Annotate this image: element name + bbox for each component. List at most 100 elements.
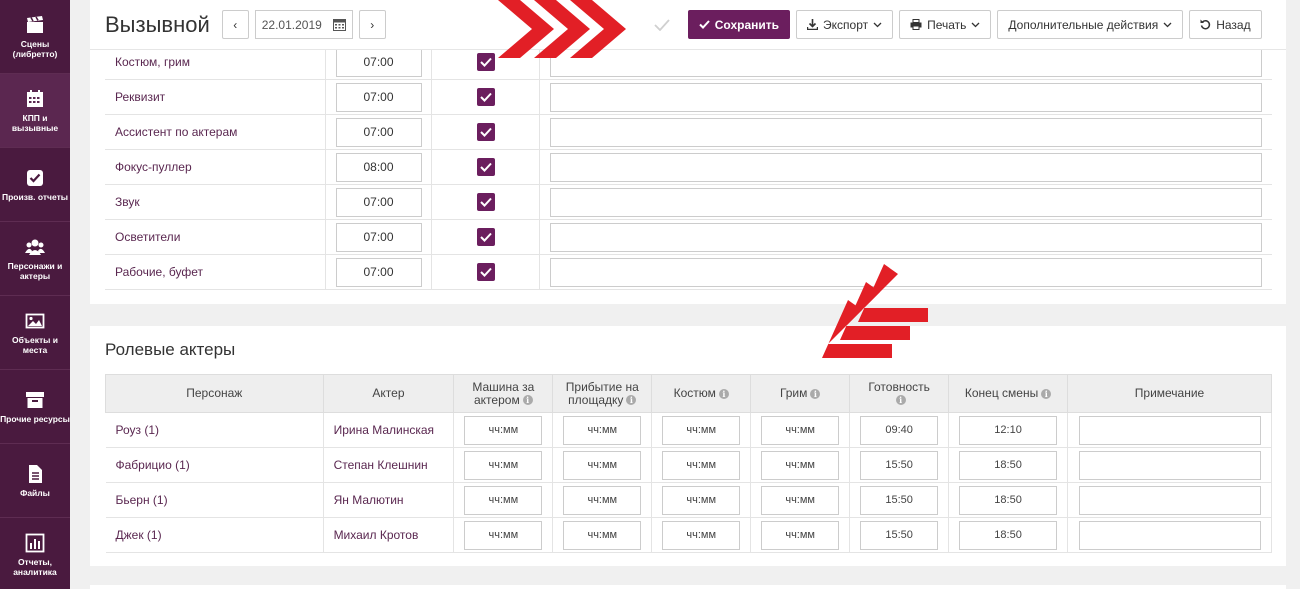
sidebar: Сцены (либретто) КПП и вызывные Произв. … [0, 0, 70, 589]
crew-time-input[interactable] [335, 187, 422, 217]
actor-name[interactable]: Степан Клешнин [323, 447, 455, 483]
crew-checkbox[interactable] [476, 88, 495, 106]
crew-time-input[interactable] [335, 257, 422, 287]
character-name[interactable]: Бьерн (1) [105, 482, 324, 518]
ready-time-input[interactable]: 15:50 [860, 485, 939, 515]
sidebar-item-characters[interactable]: Персонажи и актеры [0, 222, 70, 296]
crew-note-input[interactable] [550, 82, 1262, 112]
sidebar-item-files[interactable]: Файлы [0, 444, 70, 518]
print-button[interactable]: Печать [899, 10, 992, 39]
table-row: Осветители [105, 220, 1272, 255]
info-icon[interactable]: i [718, 388, 729, 399]
arrival-time-input[interactable]: чч:мм [563, 415, 642, 445]
info-icon[interactable]: i [895, 395, 906, 406]
crew-checkbox[interactable] [476, 228, 495, 246]
info-icon[interactable]: i [1041, 388, 1052, 399]
sidebar-item-callsheets[interactable]: КПП и вызывные [0, 74, 70, 148]
column-header: Персонаж [105, 374, 324, 413]
note-input[interactable] [1078, 415, 1261, 445]
table-row: Костюм, грим [105, 45, 1272, 80]
next-date-button[interactable]: › [358, 10, 386, 39]
crew-checkbox[interactable] [476, 53, 495, 71]
download-icon [807, 19, 819, 30]
crew-time-input[interactable] [335, 117, 422, 147]
end-time-input[interactable]: 12:10 [959, 415, 1058, 445]
actor-name[interactable]: Михаил Кротов [323, 517, 455, 553]
makeup-time-input[interactable]: чч:мм [761, 415, 840, 445]
sidebar-item-analytics[interactable]: Отчеты, аналитика [0, 518, 70, 589]
chevron-down-icon [971, 22, 980, 27]
actor-name[interactable]: Ян Малютин [323, 482, 455, 518]
date-field[interactable]: 22.01.2019 [254, 10, 353, 39]
note-input[interactable] [1078, 520, 1261, 550]
character-name[interactable]: Фабрицио (1) [105, 447, 324, 483]
sidebar-item-label: Персонажи и актеры [7, 260, 63, 281]
crew-time-input[interactable] [335, 82, 422, 112]
makeup-time-input[interactable]: чч:мм [761, 485, 840, 515]
undo-icon [1200, 19, 1211, 30]
chevron-down-icon [1163, 22, 1172, 27]
prev-date-button[interactable]: ‹ [221, 10, 249, 39]
end-time-input[interactable]: 18:50 [959, 520, 1058, 550]
note-input[interactable] [1078, 450, 1261, 480]
sidebar-item-reports[interactable]: Произв. отчеты [0, 148, 70, 222]
actors-panel: Ролевые актеры Персонаж Актер Машина за … [90, 326, 1286, 566]
checkbox-icon [27, 169, 43, 186]
table-row: Звук [105, 185, 1272, 220]
costume-time-input[interactable]: чч:мм [662, 485, 741, 515]
crew-checkbox[interactable] [476, 263, 495, 281]
crew-call-panel: Костюм, грим Реквизит Ассистент по актер… [90, 45, 1286, 304]
costume-time-input[interactable]: чч:мм [662, 520, 741, 550]
crew-time-input[interactable] [335, 152, 422, 182]
calendar-icon [332, 19, 346, 31]
crew-note-input[interactable] [550, 187, 1262, 217]
character-name[interactable]: Роуз (1) [105, 412, 324, 448]
actor-name[interactable]: Ирина Малинская [323, 412, 455, 448]
crew-checkbox[interactable] [476, 158, 495, 176]
info-icon[interactable]: i [522, 395, 533, 406]
crew-checkbox[interactable] [476, 123, 495, 141]
section-title: Ролевые актеры [105, 340, 236, 359]
crew-note-input[interactable] [550, 117, 1262, 147]
costume-time-input[interactable]: чч:мм [662, 415, 741, 445]
crew-checkbox[interactable] [476, 193, 495, 211]
arrival-time-input[interactable]: чч:мм [563, 450, 642, 480]
costume-time-input[interactable]: чч:мм [662, 450, 741, 480]
table-row: Роуз (1) Ирина Малинская чч:мм чч:мм чч:… [105, 412, 1272, 448]
crew-time-input[interactable] [335, 222, 422, 252]
note-input[interactable] [1078, 485, 1261, 515]
table-row: Фокус-пуллер [105, 150, 1272, 185]
sidebar-item-resources[interactable]: Прочие ресурсы [0, 370, 70, 444]
info-icon[interactable]: i [810, 388, 821, 399]
crew-dept: Рабочие, буфет [105, 255, 326, 289]
makeup-time-input[interactable]: чч:мм [761, 450, 840, 480]
makeup-time-input[interactable]: чч:мм [761, 520, 840, 550]
sidebar-item-locations[interactable]: Объекты и места [0, 296, 70, 370]
car-time-input[interactable]: чч:мм [464, 520, 543, 550]
info-icon[interactable]: i [626, 395, 637, 406]
table-row: Бьерн (1) Ян Малютин чч:мм чч:мм чч:мм ч… [105, 482, 1272, 518]
arrival-time-input[interactable]: чч:мм [563, 520, 642, 550]
crew-note-input[interactable] [550, 47, 1262, 77]
ready-time-input[interactable]: 15:50 [860, 450, 939, 480]
column-header: Машина за актером i [453, 374, 554, 413]
end-time-input[interactable]: 18:50 [959, 485, 1058, 515]
character-name[interactable]: Джек (1) [105, 517, 324, 553]
crew-note-input[interactable] [550, 222, 1262, 252]
crew-time-input[interactable] [335, 47, 422, 77]
export-button[interactable]: Экспорт [796, 10, 894, 39]
more-actions-button[interactable]: Дополнительные действия [997, 10, 1184, 39]
end-time-input[interactable]: 18:50 [959, 450, 1058, 480]
check-icon[interactable] [644, 18, 680, 31]
ready-time-input[interactable]: 09:40 [860, 415, 939, 445]
chevron-down-icon [873, 22, 882, 27]
ready-time-input[interactable]: 15:50 [860, 520, 939, 550]
car-time-input[interactable]: чч:мм [464, 485, 543, 515]
save-button[interactable]: Сохранить [687, 10, 791, 39]
sidebar-item-scenes[interactable]: Сцены (либретто) [0, 0, 70, 74]
arrival-time-input[interactable]: чч:мм [563, 485, 642, 515]
crew-note-input[interactable] [550, 152, 1262, 182]
back-button[interactable]: Назад [1189, 10, 1262, 39]
car-time-input[interactable]: чч:мм [464, 415, 543, 445]
car-time-input[interactable]: чч:мм [464, 450, 543, 480]
